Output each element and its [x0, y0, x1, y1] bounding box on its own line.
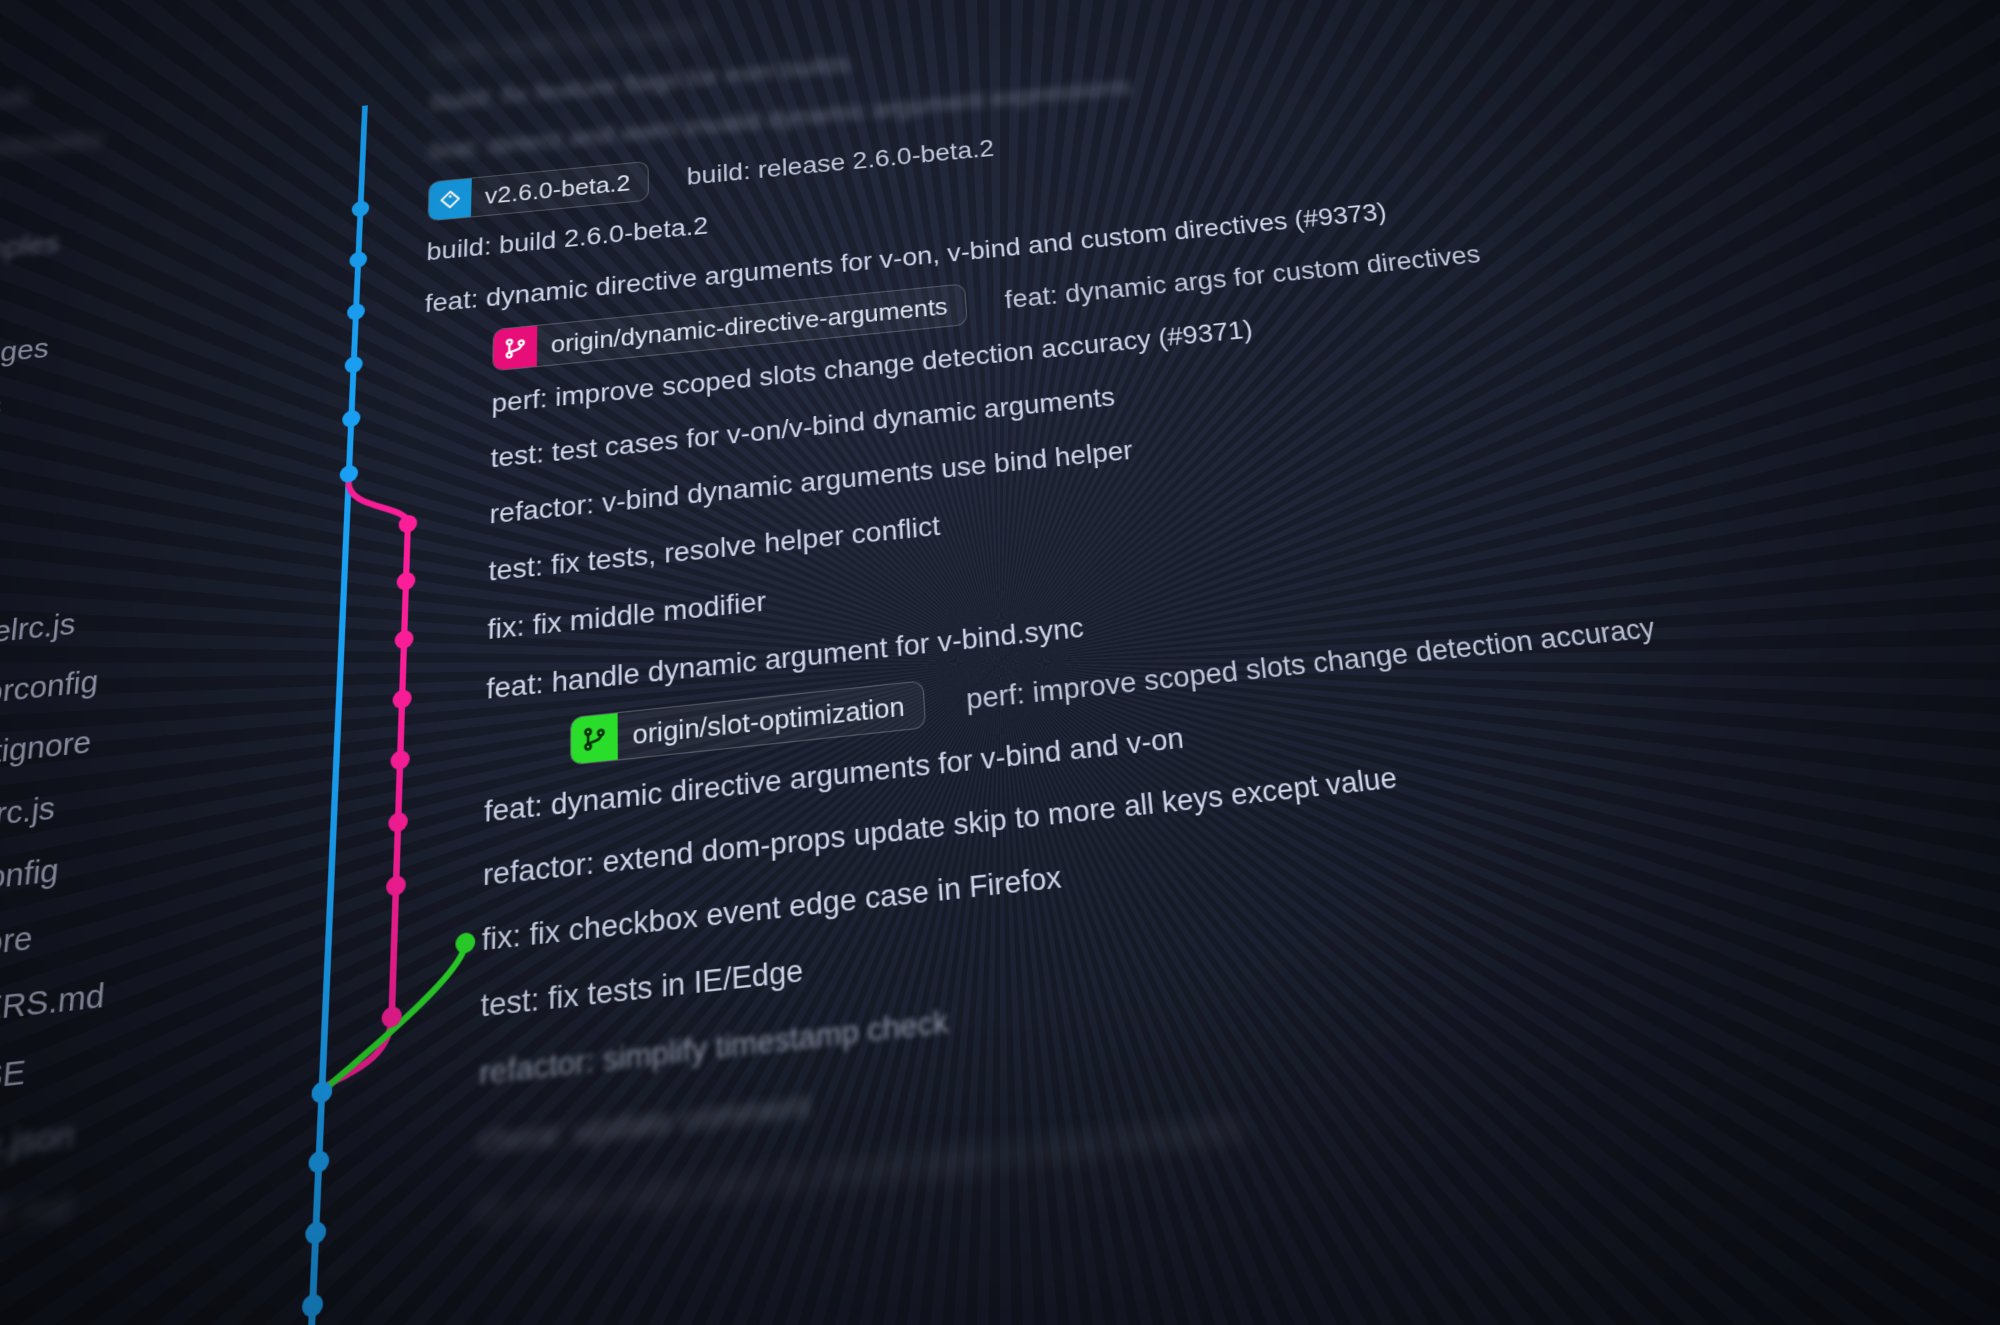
- badge-label: v2.6.0-beta.2: [485, 169, 631, 210]
- tag-icon: [428, 178, 471, 220]
- tree-item-label: README.md: [0, 1172, 73, 1267]
- branch-icon: [493, 326, 537, 371]
- tree-item-label: github: [0, 73, 33, 129]
- commit-graph: build: build 2.6.0-beta.3build: fix feat…: [171, 0, 2000, 1325]
- branch-icon: [571, 713, 618, 764]
